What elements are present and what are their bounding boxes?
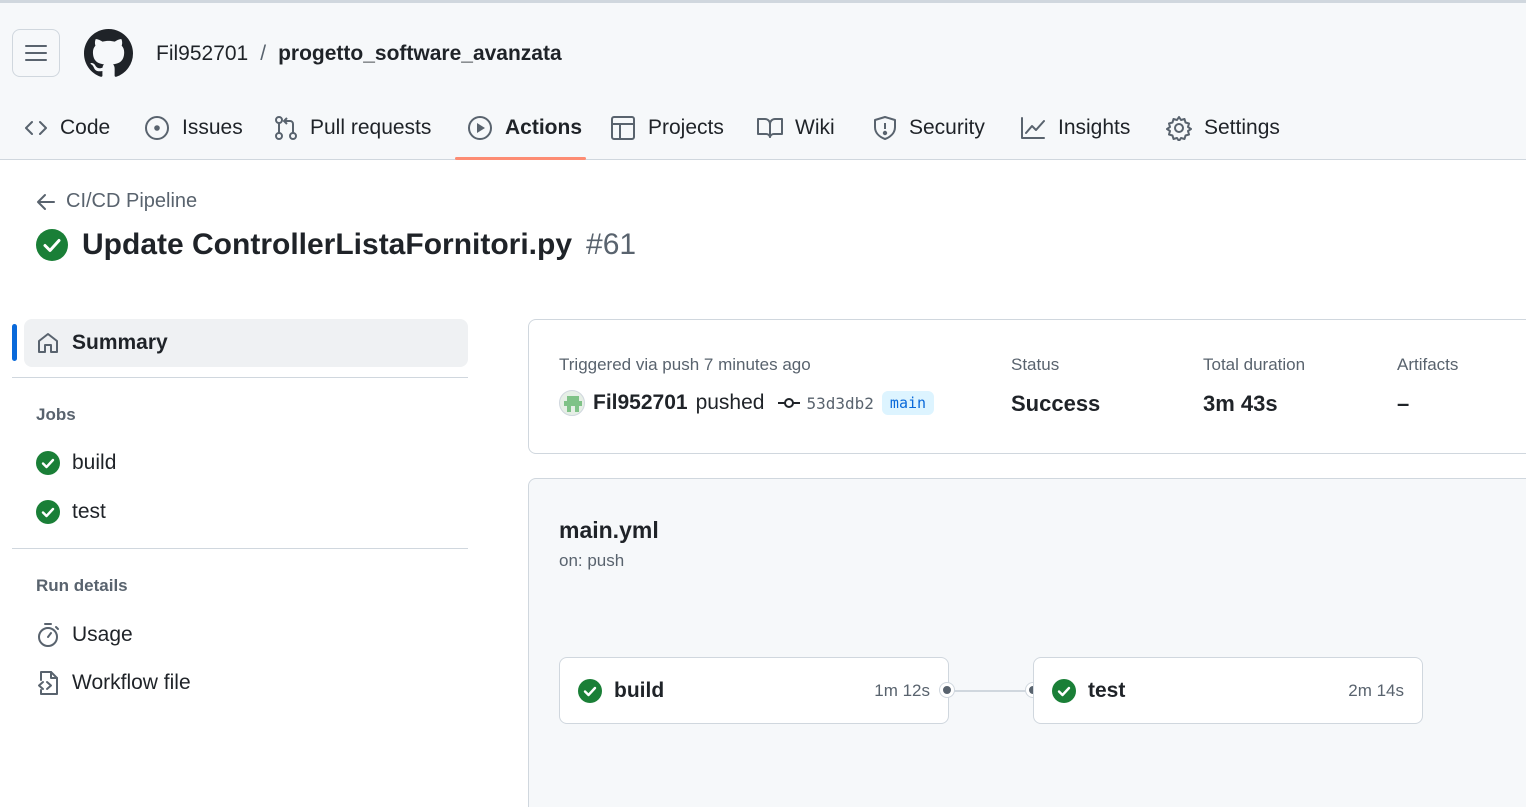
job-duration: 1m 12s bbox=[874, 680, 930, 700]
trigger-text: Triggered via push 7 minutes ago bbox=[559, 355, 811, 374]
git-commit-icon bbox=[778, 398, 801, 408]
tab-label: Pull requests bbox=[310, 115, 432, 139]
tab-label: Projects bbox=[648, 115, 724, 139]
job-duration: 2m 14s bbox=[1348, 680, 1404, 700]
job-name: build bbox=[614, 678, 665, 702]
action-text: pushed bbox=[695, 391, 765, 414]
job-connector-line bbox=[948, 690, 1034, 692]
identicon-icon bbox=[564, 396, 582, 412]
sidebar-divider bbox=[12, 377, 468, 378]
check-circle-fill-icon bbox=[36, 229, 68, 261]
tab-label: Security bbox=[909, 115, 985, 139]
connector-dot bbox=[940, 683, 954, 697]
sidebar-divider bbox=[12, 548, 468, 549]
artifacts-label: Artifacts bbox=[1397, 355, 1459, 374]
run-number: #61 bbox=[586, 228, 637, 261]
breadcrumb: Fil952701 / progetto_software_avanzata bbox=[156, 42, 562, 66]
sidebar-item-label: Workflow file bbox=[72, 671, 191, 694]
home-icon bbox=[38, 333, 58, 353]
arrow-left-icon bbox=[37, 193, 55, 210]
commit-sha: 53d3db2 bbox=[806, 393, 874, 413]
sidebar-item-label: Usage bbox=[72, 623, 133, 646]
commit-link[interactable]: 53d3db2 bbox=[778, 393, 874, 413]
workflow-file-name[interactable]: main.yml bbox=[559, 517, 659, 544]
table-icon bbox=[611, 115, 635, 140]
tab-label: Settings bbox=[1204, 115, 1280, 139]
run-summary-card: Triggered via push 7 minutes ago Fil9527… bbox=[528, 319, 1526, 454]
active-tab-underline bbox=[455, 157, 586, 160]
check-circle-fill-icon bbox=[36, 451, 60, 475]
sidebar-item-usage[interactable]: Usage bbox=[36, 622, 133, 648]
artifacts-value: – bbox=[1397, 391, 1410, 416]
workflow-graph-card: main.yml on: push build 1m 12s test 2m 1… bbox=[528, 478, 1526, 807]
stopwatch-icon bbox=[38, 623, 59, 647]
hamburger-menu-button[interactable] bbox=[12, 29, 60, 77]
sidebar-item-label: Summary bbox=[72, 331, 168, 354]
file-code-icon bbox=[38, 671, 58, 695]
avatar[interactable] bbox=[559, 390, 585, 416]
sidebar-item-label: build bbox=[72, 451, 117, 474]
job-card-build[interactable]: build 1m 12s bbox=[559, 657, 949, 724]
check-circle-fill-icon bbox=[36, 500, 60, 524]
workflow-trigger: on: push bbox=[559, 551, 625, 570]
actor-link[interactable]: Fil952701 bbox=[593, 391, 688, 415]
status-label: Status bbox=[1011, 355, 1060, 374]
breadcrumb-separator: / bbox=[260, 42, 267, 65]
run-details-heading: Run details bbox=[36, 576, 128, 595]
tab-label: Insights bbox=[1058, 115, 1131, 139]
duration-value: 3m 43s bbox=[1203, 391, 1278, 416]
repo-name-link[interactable]: progetto_software_avanzata bbox=[278, 42, 562, 66]
job-name: test bbox=[1088, 678, 1126, 702]
tab-label: Wiki bbox=[795, 115, 835, 139]
menu-icon bbox=[25, 45, 47, 61]
github-logo-icon[interactable] bbox=[84, 29, 133, 78]
jobs-heading: Jobs bbox=[36, 405, 76, 424]
tab-wiki[interactable]: Wiki bbox=[757, 96, 835, 159]
sidebar-item-label: test bbox=[72, 500, 106, 523]
tab-actions[interactable]: Actions bbox=[467, 96, 582, 159]
graph-icon bbox=[1021, 116, 1045, 139]
tab-security[interactable]: Security bbox=[873, 96, 985, 159]
branch-badge[interactable]: main bbox=[881, 391, 935, 415]
duration-label: Total duration bbox=[1203, 355, 1306, 374]
active-item-marker bbox=[12, 324, 17, 361]
tab-settings[interactable]: Settings bbox=[1166, 96, 1280, 159]
repo-owner-link[interactable]: Fil952701 bbox=[156, 42, 248, 66]
workflow-name: CI/CD Pipeline bbox=[66, 190, 198, 212]
gear-icon bbox=[1166, 115, 1192, 141]
tab-pull-requests[interactable]: Pull requests bbox=[274, 96, 431, 159]
tab-label: Code bbox=[60, 115, 111, 139]
code-icon bbox=[25, 120, 47, 135]
run-title-text: Update ControllerListaFornitori.py bbox=[82, 228, 573, 261]
back-to-workflow-link[interactable]: CI/CD Pipeline bbox=[36, 190, 197, 213]
trigger-row: Fil952701 pushed 53d3db2 main bbox=[559, 390, 935, 416]
check-circle-fill-icon bbox=[1052, 678, 1076, 703]
sidebar-item-summary[interactable]: Summary bbox=[24, 319, 468, 367]
tab-label: Actions bbox=[505, 115, 583, 139]
play-icon bbox=[468, 115, 492, 140]
tab-insights[interactable]: Insights bbox=[1020, 96, 1130, 159]
status-value: Success bbox=[1011, 391, 1101, 416]
shield-icon bbox=[874, 115, 896, 140]
book-icon bbox=[757, 117, 783, 138]
check-circle-fill-icon bbox=[578, 678, 602, 703]
issue-icon bbox=[145, 115, 169, 140]
tab-code[interactable]: Code bbox=[24, 96, 110, 159]
pull-request-icon bbox=[275, 115, 297, 140]
run-title: Update ControllerListaFornitori.py #61 bbox=[36, 228, 636, 262]
tab-label: Issues bbox=[182, 115, 243, 139]
tab-projects[interactable]: Projects bbox=[610, 96, 724, 159]
job-card-test[interactable]: test 2m 14s bbox=[1033, 657, 1423, 724]
sidebar-job-test[interactable]: test bbox=[36, 500, 106, 524]
sidebar-item-workflow-file[interactable]: Workflow file bbox=[36, 670, 191, 696]
sidebar-job-build[interactable]: build bbox=[36, 451, 116, 475]
tab-issues[interactable]: Issues bbox=[144, 96, 243, 159]
